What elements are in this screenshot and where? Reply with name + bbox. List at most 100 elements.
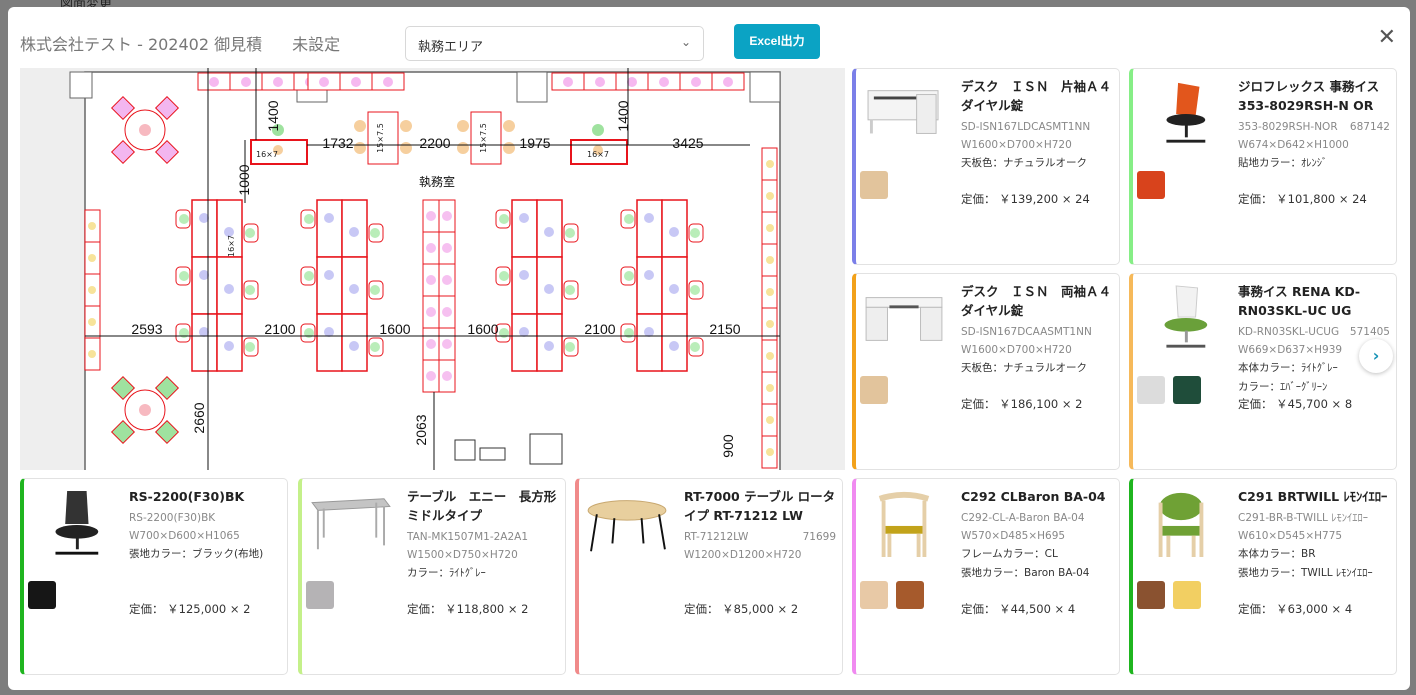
dimension-label: 1400 [265,100,281,131]
color-swatch[interactable] [1137,581,1165,609]
cabinet-dot [595,77,605,87]
table-dot [139,404,151,416]
cabinet-dot [319,77,329,87]
product-card[interactable]: デスク ＩＳＮ 両袖Ａ４ダイヤル錠 SD-ISN167DCAASMT1NN W1… [852,273,1120,470]
chair-dot [370,228,380,238]
chair-dot [503,120,515,132]
desk-size-label: 16×7 [587,150,609,159]
cabinet-dot [442,211,452,221]
product-card[interactable]: RS-2200(F30)BK RS-2200(F30)BK W700×D600×… [20,478,288,675]
desk [511,313,538,372]
product-attribute: 張地カラー：ブラック(布地) [129,548,264,560]
product-dimensions: W1500×D750×H720 [407,549,518,561]
color-swatch[interactable] [860,376,888,404]
color-swatch[interactable] [1173,581,1201,609]
dimension-label: 2100 [264,321,295,337]
product-card[interactable]: テーブル エニー 長方形 ミドルタイプ TAN-MK1507M1-2A2A1 W… [298,478,566,675]
product-price: 定価： ￥63,000 × 4 [1238,602,1353,616]
desk [511,256,538,315]
color-swatch[interactable] [1137,376,1165,404]
floor-plan[interactable]: 1400 1000 1732 2200 1975 1400 3425 2593 2100 1600… [20,68,845,470]
chair-dot [565,285,575,295]
cabinet-dot [442,307,452,317]
chair-dot [457,120,469,132]
product-image [1158,492,1204,558]
excel-export-button[interactable]: Excel出力 [734,24,820,59]
color-swatch[interactable] [1173,376,1201,404]
chair-dot [624,271,634,281]
chair-dot [370,285,380,295]
product-code: RT-71212LW [684,531,749,543]
chair-dot [245,285,255,295]
color-swatch[interactable] [860,171,888,199]
pc-dot [349,227,359,237]
product-image [1164,285,1208,348]
pc-dot [544,227,554,237]
chair-dot [565,228,575,238]
product-image [587,500,667,552]
color-swatch[interactable] [1137,171,1165,199]
storage-dot [766,192,774,200]
dimension-label: 2150 [709,321,740,337]
product-card[interactable]: 事務イス RENA KD-RN03SKL-UC UG KD-RN03SKL-UC… [1129,273,1397,470]
column [69,71,93,99]
desk [191,313,218,372]
product-code: RS-2200(F30)BK [129,512,216,524]
dimension-label: 1732 [322,135,353,151]
column [516,71,548,103]
chair-dot [499,271,509,281]
product-attribute: 天板色：ナチュラルオーク [961,362,1087,374]
color-swatch[interactable] [28,581,56,609]
chair-dot [304,271,314,281]
pc-dot [224,284,234,294]
storage-dot [766,320,774,328]
next-arrow-button[interactable]: › [1359,339,1393,373]
area-select[interactable]: 執務エリア ⌄ [405,26,704,61]
product-card[interactable]: RT-7000 テーブル ロータイプ RT-71212 LW RT-71212L… [575,478,843,675]
room-label: 執務室 [419,174,455,189]
pc-dot [644,213,654,223]
chair-dot [690,342,700,352]
product-image [865,297,943,341]
color-swatch[interactable] [860,581,888,609]
dimension-label: 900 [720,434,736,458]
storage-dot [766,256,774,264]
dimension-label: 3425 [672,135,703,151]
dimension-label: 1600 [467,321,498,337]
table-dot [139,124,151,136]
color-swatch[interactable] [306,581,334,609]
product-number: 687142 [1349,121,1390,133]
product-card[interactable]: デスク ＩＳＮ 片袖Ａ４ダイヤル錠 SD-ISN167LDCASMT1NN W1… [852,68,1120,265]
pc-dot [669,227,679,237]
cabinet-dot [691,77,701,87]
cabinet-dot [383,77,393,87]
storage-dot [88,222,96,230]
desk [636,199,663,258]
cabinet-dot [426,339,436,349]
furniture [529,433,563,465]
pc-dot [224,341,234,351]
product-code: SD-ISN167LDCASMT1NN [961,121,1091,133]
dimension-label: 2200 [419,135,450,151]
product-dimensions: W1600×D700×H720 [961,344,1072,356]
chair-dot [370,342,380,352]
product-card[interactable]: C291 BRTWILL ﾚﾓﾝｲｴﾛｰ C291-BR-B-TWILL ﾚﾓﾝ… [1129,478,1397,675]
product-code: TAN-MK1507M1-2A2A1 [407,531,529,543]
product-image [1166,82,1206,143]
pc-dot [324,270,334,280]
pc-dot [519,213,529,223]
color-swatch[interactable] [896,581,924,609]
product-card[interactable]: ジロフレックス 事務イス 353-8029RSH-N OR 353-8029RS… [1129,68,1397,265]
desk [636,256,663,315]
product-price: 定価： ￥101,800 × 24 [1238,192,1367,206]
cabinet-dot [563,77,573,87]
product-card[interactable]: C292 CLBaron BA-04 C292-CL-A-Baron BA-04… [852,478,1120,675]
product-image [311,498,391,550]
product-title: 事務イス RENA KD-RN03SKL-UC UG [1238,284,1361,318]
furniture [479,447,506,461]
product-attribute: フレームカラー：CL [961,548,1058,560]
cabinet-dot [442,371,452,381]
product-attribute: カラー：ｴﾊﾞｰｸﾞﾘｰﾝ [1238,381,1328,393]
product-title: RT-7000 テーブル ロータイプ RT-71212 LW [684,489,836,523]
close-icon[interactable]: ✕ [1378,27,1396,49]
